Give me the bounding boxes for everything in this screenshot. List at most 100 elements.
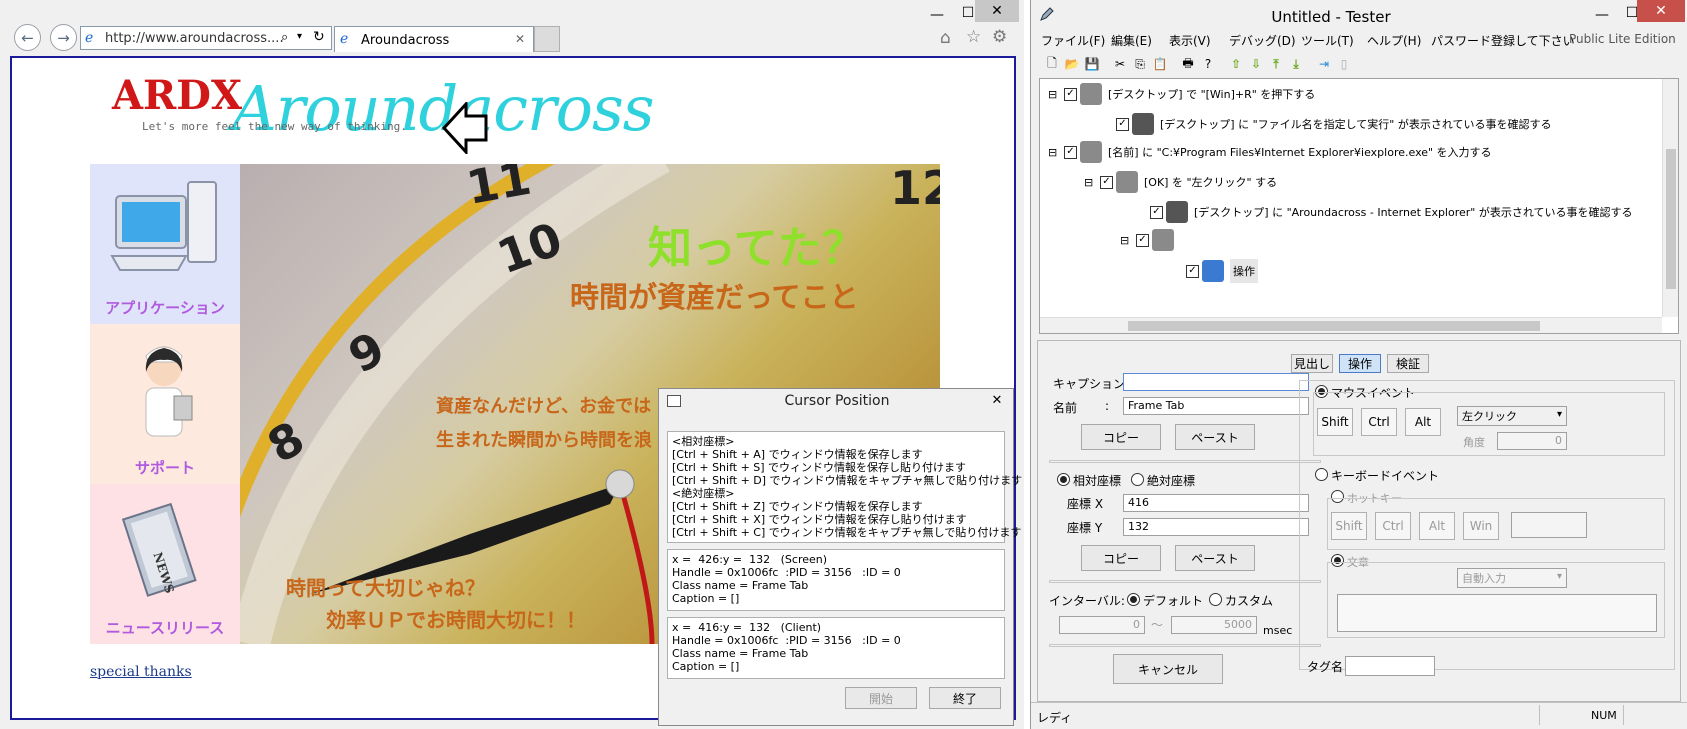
- sidebar-item-news[interactable]: NEWS ニュースリリース: [90, 484, 240, 644]
- coord-copy-button[interactable]: コピー: [1081, 545, 1161, 571]
- settings-icon[interactable]: ⚙: [992, 27, 1007, 47]
- tab-close-icon[interactable]: ✕: [515, 32, 525, 46]
- relative-coord-radio[interactable]: 相対座標: [1057, 472, 1121, 489]
- minimize-icon[interactable]: —: [922, 4, 952, 26]
- node-checkbox[interactable]: ✓: [1136, 233, 1149, 247]
- blank-page-icon[interactable]: ▯: [1335, 55, 1353, 73]
- close-icon[interactable]: ✕: [1637, 0, 1685, 22]
- mouse-shift-button[interactable]: Shift: [1317, 408, 1353, 436]
- sentence-text-area[interactable]: [1337, 594, 1657, 632]
- input-mode-select[interactable]: 自動入力 ▾: [1457, 568, 1567, 588]
- scrollbar-thumb[interactable]: [1666, 149, 1676, 289]
- horizontal-scrollbar[interactable]: [1040, 317, 1662, 333]
- hotkey-alt-button[interactable]: Alt: [1419, 512, 1455, 540]
- special-thanks-link[interactable]: special thanks: [90, 664, 192, 680]
- tab-verify[interactable]: 検証: [1387, 354, 1429, 373]
- new-file-icon[interactable]: 🗋: [1043, 55, 1061, 73]
- favorites-icon[interactable]: ☆: [966, 27, 981, 47]
- paste-button[interactable]: ペースト: [1175, 424, 1255, 450]
- interval-default-radio[interactable]: デフォルト: [1127, 592, 1203, 609]
- new-tab-button[interactable]: [534, 26, 560, 52]
- interval-to-input[interactable]: 5000: [1171, 616, 1257, 634]
- help-question-icon[interactable]: ?: [1199, 55, 1217, 73]
- tree-node[interactable]: ⊟ ✓: [1120, 229, 1180, 251]
- keyboard-event-radio[interactable]: キーボードイベント: [1315, 467, 1439, 484]
- tree-node[interactable]: ⊟ ✓ [デスクトップ] で "[Win]+R" を押下する: [1048, 83, 1315, 105]
- hotkey-ctrl-button[interactable]: Ctrl: [1375, 512, 1411, 540]
- menu-password[interactable]: パスワード登録して下さい: [1431, 32, 1575, 49]
- open-folder-icon[interactable]: 📂: [1063, 55, 1081, 73]
- refresh-icon[interactable]: ↻: [313, 29, 325, 45]
- colon: :: [1105, 399, 1110, 413]
- absolute-coord-radio[interactable]: 絶対座標: [1131, 472, 1195, 489]
- tree-node[interactable]: ⊟ ✓ [OK] を "左クリック" する: [1084, 171, 1277, 193]
- interval-custom-radio[interactable]: カスタム: [1209, 592, 1273, 609]
- coord-paste-button[interactable]: ペースト: [1175, 545, 1255, 571]
- interval-from-input[interactable]: 0: [1059, 616, 1145, 634]
- menu-file[interactable]: ファイル(F): [1041, 32, 1105, 49]
- dropdown-icon[interactable]: ▾: [297, 31, 302, 42]
- cursor-position-dialog: Cursor Position ✕ <相対座標> [Ctrl + Shift +…: [658, 388, 1022, 726]
- x-coord-input[interactable]: 416: [1123, 494, 1309, 512]
- export-icon[interactable]: ⇥: [1315, 55, 1333, 73]
- menu-help[interactable]: ヘルプ(H): [1367, 32, 1421, 49]
- start-button[interactable]: 開始: [845, 687, 917, 709]
- print-icon[interactable]: 🖶: [1179, 55, 1197, 73]
- node-checkbox[interactable]: ✓: [1150, 205, 1163, 219]
- angle-input[interactable]: 0: [1497, 432, 1567, 450]
- sidebar-item-label: ニュースリリース: [105, 619, 225, 637]
- sidebar-item-support[interactable]: サポート: [90, 324, 240, 484]
- move-bottom-icon[interactable]: ⤓: [1287, 55, 1305, 73]
- click-type-select[interactable]: 左クリック ▾: [1457, 406, 1567, 426]
- y-coord-input[interactable]: 132: [1123, 518, 1309, 536]
- scrollbar-thumb[interactable]: [1128, 321, 1540, 331]
- save-icon[interactable]: 💾: [1083, 55, 1101, 73]
- scenario-tree[interactable]: ⊟ ✓ [デスクトップ] で "[Win]+R" を押下する ✓ [デスクトップ]…: [1039, 78, 1679, 334]
- copy-icon[interactable]: ⎘: [1131, 55, 1149, 73]
- hotkey-shift-button[interactable]: Shift: [1331, 512, 1367, 540]
- node-checkbox[interactable]: ✓: [1186, 264, 1199, 278]
- move-top-icon[interactable]: ⤒: [1267, 55, 1285, 73]
- node-checkbox[interactable]: ✓: [1064, 145, 1077, 159]
- name-input[interactable]: Frame Tab: [1123, 397, 1309, 415]
- node-checkbox[interactable]: ✓: [1116, 117, 1129, 131]
- tree-node[interactable]: ✓ [デスクトップ] に "Aroundacross - Internet Ex…: [1150, 201, 1633, 223]
- forward-icon[interactable]: →: [50, 24, 77, 51]
- menu-view[interactable]: 表示(V): [1169, 32, 1211, 49]
- copy-button[interactable]: コピー: [1081, 424, 1161, 450]
- close-icon[interactable]: ✕: [975, 0, 1019, 22]
- vertical-scrollbar[interactable]: [1662, 79, 1678, 317]
- tab-operation[interactable]: 操作: [1339, 354, 1381, 373]
- cancel-button[interactable]: キャンセル: [1113, 654, 1223, 684]
- mouse-ctrl-button[interactable]: Ctrl: [1361, 408, 1397, 436]
- hotkey-win-button[interactable]: Win: [1463, 512, 1499, 540]
- paste-icon[interactable]: 📋: [1151, 55, 1169, 73]
- back-icon[interactable]: ←: [14, 24, 41, 51]
- home-icon[interactable]: ⌂: [940, 28, 951, 48]
- tag-name-input[interactable]: [1345, 656, 1435, 676]
- tree-node[interactable]: ✓ [デスクトップ] に "ファイル名を指定して実行" が表示されている事を確認…: [1116, 113, 1552, 135]
- divider: [1049, 460, 1321, 463]
- tab-aroundacross[interactable]: ℯ Aroundacross ✕: [334, 26, 534, 52]
- mouse-alt-button[interactable]: Alt: [1405, 408, 1441, 436]
- menu-debug[interactable]: デバッグ(D): [1229, 32, 1296, 49]
- caption-input[interactable]: [1123, 373, 1309, 391]
- tab-heading[interactable]: 見出し: [1291, 354, 1333, 373]
- address-bar[interactable]: ℯ http://www.aroundacross.... ⌕ ▾ ↻: [80, 26, 332, 50]
- move-down-icon[interactable]: ⇩: [1247, 55, 1265, 73]
- node-checkbox[interactable]: ✓: [1100, 175, 1113, 189]
- tree-node[interactable]: ⊟ ✓ [名前] に "C:¥Program Files¥Internet Exp…: [1048, 141, 1492, 163]
- end-button[interactable]: 終了: [929, 687, 1001, 709]
- move-up-icon[interactable]: ⇧: [1227, 55, 1245, 73]
- minimize-icon[interactable]: —: [1587, 4, 1617, 26]
- tree-node-selected[interactable]: ✓ 操作: [1186, 259, 1258, 283]
- sidebar-item-application[interactable]: アプリケーション: [90, 164, 240, 324]
- menu-edit[interactable]: 編集(E): [1111, 32, 1152, 49]
- node-checkbox[interactable]: ✓: [1064, 87, 1077, 101]
- hotkey-key-input[interactable]: [1511, 512, 1587, 538]
- search-icon[interactable]: ⌕: [281, 30, 288, 45]
- menu-tools[interactable]: ツール(T): [1301, 32, 1354, 49]
- name-label: 名前: [1053, 401, 1078, 415]
- cut-icon[interactable]: ✂: [1111, 55, 1129, 73]
- dialog-close-icon[interactable]: ✕: [981, 389, 1013, 411]
